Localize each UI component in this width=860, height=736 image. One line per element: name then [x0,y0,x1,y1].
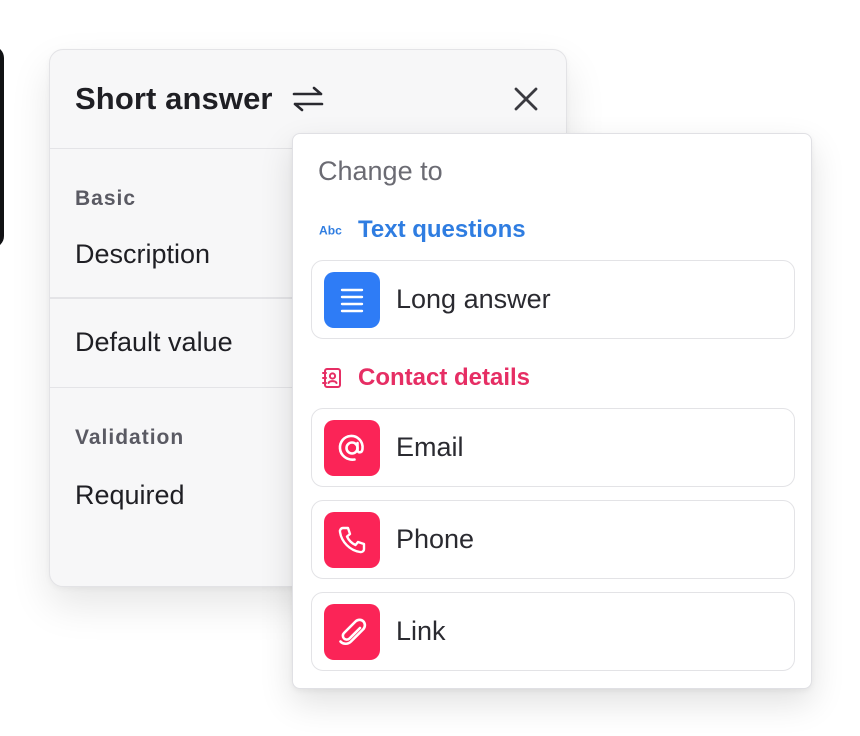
contact-book-icon [319,365,345,391]
option-label: Email [396,432,464,462]
group-label: Text questions [358,216,526,243]
svg-text:Abc: Abc [319,224,342,238]
option-label: Long answer [396,284,551,314]
option-long-answer[interactable]: Long answer [311,260,795,339]
at-sign-icon [324,419,380,476]
abc-icon: Abc [319,217,345,243]
background-window-edge [0,46,4,248]
option-link[interactable]: Link [311,592,795,671]
long-answer-icon [324,271,380,328]
stage: Short answer Basic Description Default v… [0,0,860,736]
panel-title: Short answer [75,81,273,116]
swap-type-icon[interactable] [291,82,325,116]
close-icon[interactable] [510,83,542,115]
option-email[interactable]: Email [311,408,795,487]
change-type-dropdown: Change to Abc Text questions Long answer [292,133,812,689]
option-label: Link [396,616,446,646]
dropdown-title: Change to [318,156,443,186]
group-contact-details: Contact details [319,364,530,392]
phone-icon [324,511,380,568]
group-label: Contact details [358,364,531,391]
option-phone[interactable]: Phone [311,500,795,579]
option-label: Phone [396,524,475,554]
group-text-questions: Abc Text questions [319,216,526,244]
paperclip-icon [324,603,380,660]
